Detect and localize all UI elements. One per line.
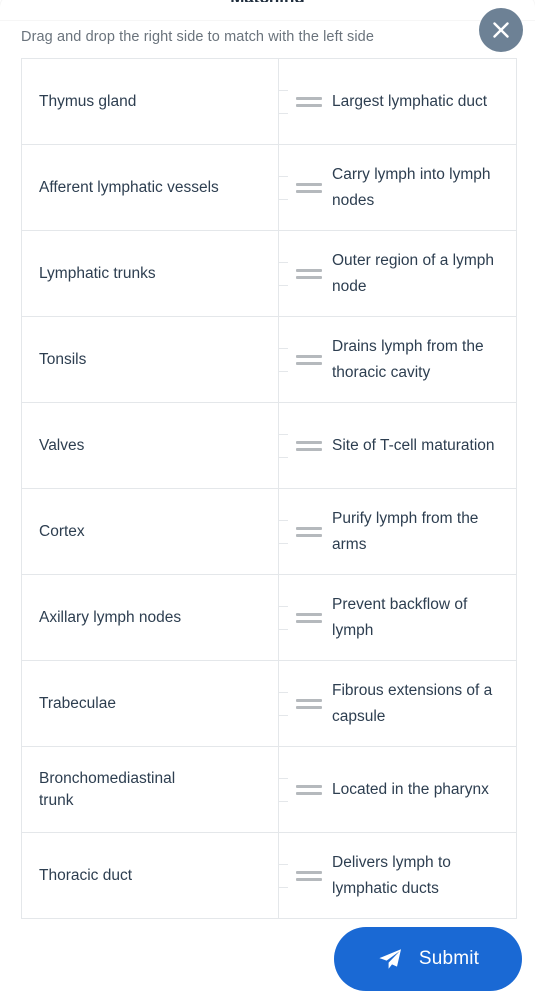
definition-cell[interactable]: Carry lymph into lymph nodes [278,145,516,230]
table-row: Thoracic duct Delivers lymph to lymphati… [22,833,516,919]
table-row: Lymphatic trunks Outer region of a lymph… [22,231,516,317]
definition-cell[interactable]: Located in the pharynx [278,747,516,832]
puzzle-notch-icon [279,175,288,200]
definition-label: Located in the pharynx [332,780,489,798]
term-cell: Thoracic duct [22,833,278,918]
definition-label: Carry lymph into lymph nodes [332,165,491,209]
term-label: Thymus gland [39,92,137,110]
puzzle-notch-icon [279,777,288,802]
definition-cell[interactable]: Delivers lymph to lymphatic ducts [278,833,516,918]
puzzle-notch-icon [279,261,288,286]
definition-label: Delivers lymph to lymphatic ducts [332,853,451,897]
submit-button[interactable]: Submit [334,927,522,991]
definition-label: Outer region of a lymph node [332,251,494,295]
definition-cell[interactable]: Largest lymphatic duct [278,59,516,144]
term-label: Bronchomediastinal trunk [39,769,176,809]
definition-label: Prevent backflow of lymph [332,595,468,639]
puzzle-notch-icon [279,433,288,458]
table-row: Tonsils Drains lymph from the thoracic c… [22,317,516,403]
puzzle-notch-icon [279,347,288,372]
puzzle-notch-icon [279,691,288,716]
term-cell: Cortex [22,489,278,574]
instruction-text: Drag and drop the right side to match wi… [21,29,374,45]
puzzle-notch-icon [279,519,288,544]
term-label: Tonsils [39,350,87,368]
dialog-title-clipped: Matching [0,0,535,2]
definition-label: Drains lymph from the thoracic cavity [332,337,484,381]
drag-handle-icon[interactable] [296,267,322,281]
definition-cell[interactable]: Fibrous extensions of a capsule [278,661,516,746]
definition-cell[interactable]: Purify lymph from the arms [278,489,516,574]
drag-handle-icon[interactable] [296,611,322,625]
definition-cell[interactable]: Drains lymph from the thoracic cavity [278,317,516,402]
table-row: Bronchomediastinal trunk Located in the … [22,747,516,833]
term-label: Cortex [39,522,85,540]
send-paper-plane-icon [377,946,403,972]
drag-handle-icon[interactable] [296,869,322,883]
puzzle-notch-icon [279,605,288,630]
table-row: Axillary lymph nodes Prevent backflow of… [22,575,516,661]
definition-cell[interactable]: Outer region of a lymph node [278,231,516,316]
term-label: Axillary lymph nodes [39,608,182,626]
definition-label: Fibrous extensions of a capsule [332,681,493,725]
matching-quiz-dialog: Matching Drag and drop the right side to… [0,0,535,1002]
term-cell: Trabeculae [22,661,278,746]
term-label: Afferent lymphatic vessels [39,178,219,196]
term-cell: Tonsils [22,317,278,402]
close-button[interactable] [479,8,523,52]
puzzle-notch-icon [279,89,288,114]
drag-handle-icon[interactable] [296,353,322,367]
definition-label: Largest lymphatic duct [332,92,488,110]
dialog-title-text: Matching [0,0,535,2]
definition-cell[interactable]: Site of T-cell maturation [278,403,516,488]
table-row: Valves Site of T-cell maturation [22,403,516,489]
term-label: Lymphatic trunks [39,264,156,282]
definition-cell[interactable]: Prevent backflow of lymph [278,575,516,660]
drag-handle-icon[interactable] [296,783,322,797]
drag-handle-icon[interactable] [296,181,322,195]
table-row: Afferent lymphatic vessels Carry lymph i… [22,145,516,231]
term-label: Trabeculae [39,694,116,712]
definition-label: Site of T-cell maturation [332,436,495,454]
drag-handle-icon[interactable] [296,525,322,539]
submit-label: Submit [418,948,480,969]
term-cell: Afferent lymphatic vessels [22,145,278,230]
term-label: Thoracic duct [39,866,133,884]
drag-handle-icon[interactable] [296,697,322,711]
term-label: Valves [39,436,85,454]
term-cell: Valves [22,403,278,488]
table-row: Thymus gland Largest lymphatic duct [22,59,516,145]
puzzle-notch-icon [279,863,288,888]
term-cell: Axillary lymph nodes [22,575,278,660]
dialog-card-top [0,0,535,20]
drag-handle-icon[interactable] [296,95,322,109]
close-icon [490,19,512,41]
term-cell: Lymphatic trunks [22,231,278,316]
table-row: Trabeculae Fibrous extensions of a capsu… [22,661,516,747]
definition-label: Purify lymph from the arms [332,509,479,553]
drag-handle-icon[interactable] [296,439,322,453]
term-cell: Bronchomediastinal trunk [22,747,278,832]
table-row: Cortex Purify lymph from the arms [22,489,516,575]
matching-table: Thymus gland Largest lymphatic duct Affe… [21,58,517,919]
term-cell: Thymus gland [22,59,278,144]
